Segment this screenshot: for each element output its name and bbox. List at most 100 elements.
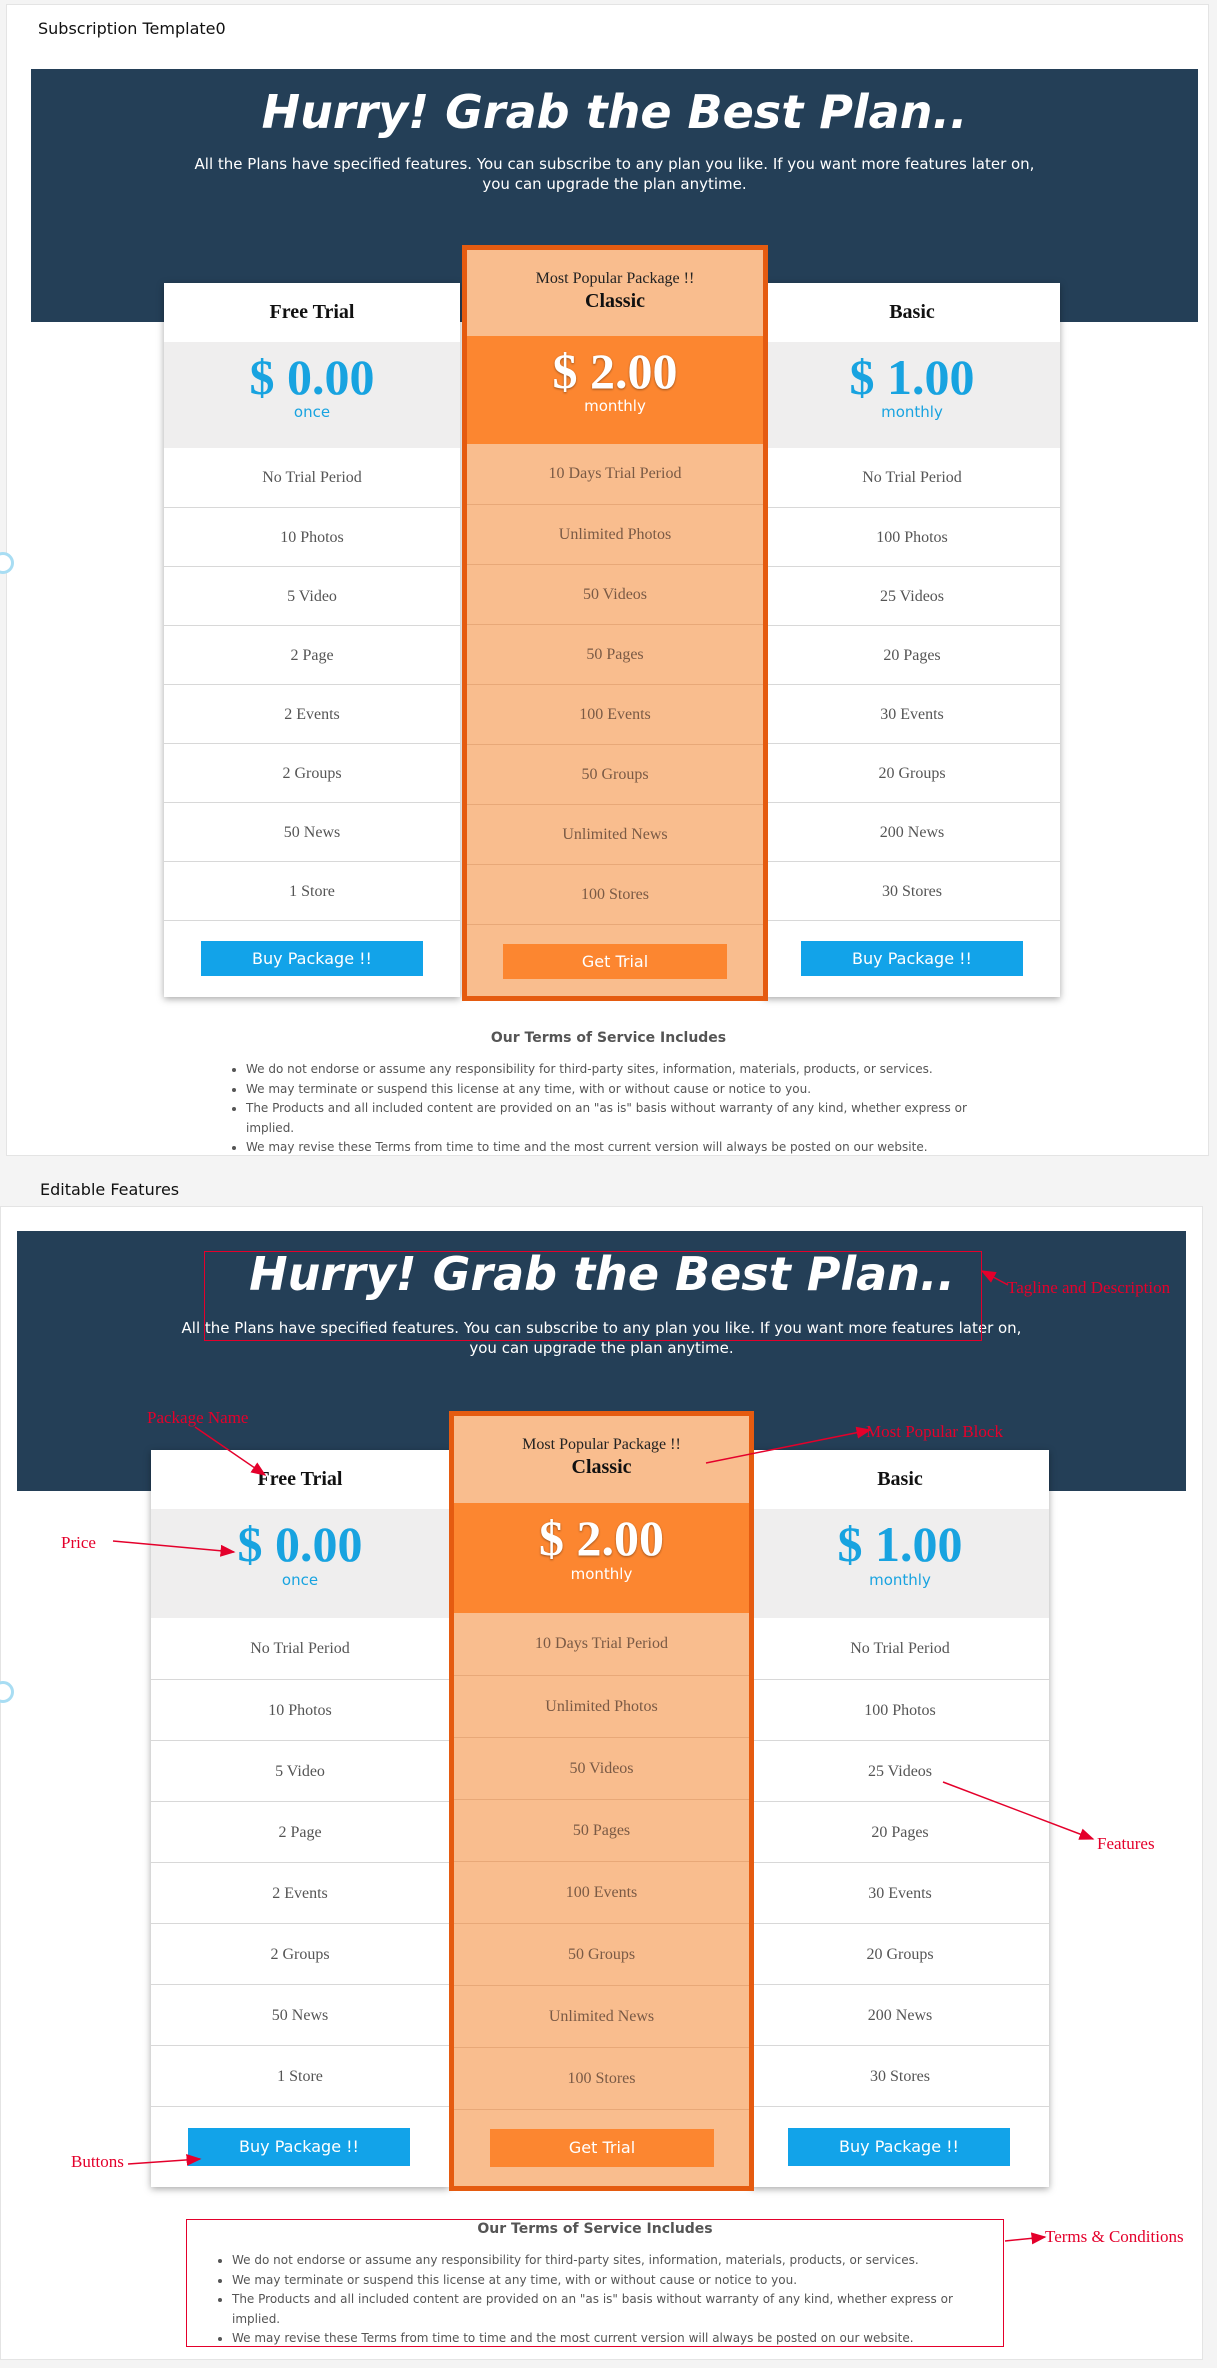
price-box: $ 1.00 monthly bbox=[764, 342, 1060, 448]
terms-item: We may revise these Terms from time to t… bbox=[246, 1138, 1017, 1158]
feature-item: Unlimited News bbox=[454, 1985, 749, 2047]
section-label-template: Subscription Template0 bbox=[38, 19, 226, 38]
feature-item: 100 Photos bbox=[751, 1679, 1049, 1740]
terms-item: We do not endorse or assume any responsi… bbox=[246, 1060, 1017, 1080]
feature-item: Unlimited News bbox=[467, 804, 763, 864]
annotation-most-popular: Most Popular Block bbox=[866, 1422, 1003, 1441]
feature-item: 100 Events bbox=[467, 684, 763, 744]
feature-item: 50 News bbox=[151, 1984, 449, 2045]
package-name: Basic bbox=[889, 301, 935, 323]
most-popular-card: Most Popular Package !! Classic $ 2.00 m… bbox=[449, 1411, 754, 2191]
price-box: $ 1.00 monthly bbox=[751, 1509, 1049, 1618]
most-popular-tag: Most Popular Package !! bbox=[535, 270, 695, 287]
price: $ 2.00 bbox=[552, 343, 678, 399]
feature-item: 50 Groups bbox=[454, 1923, 749, 1985]
buy-package-button[interactable]: Buy Package !! bbox=[201, 941, 423, 976]
get-trial-button[interactable]: Get Trial bbox=[490, 2129, 714, 2167]
plan-card-free-trial: Free Trial $ 0.00 once No Trial Period 1… bbox=[151, 1450, 449, 2187]
feature-item: 10 Photos bbox=[151, 1679, 449, 1740]
feature-item: 200 News bbox=[764, 802, 1060, 861]
price: $ 2.00 bbox=[539, 1510, 664, 1566]
package-name: Classic bbox=[585, 290, 645, 312]
price-period: once bbox=[281, 1571, 319, 1589]
feature-item: 50 Pages bbox=[454, 1799, 749, 1861]
terms-item: The Products and all included content ar… bbox=[246, 1099, 1017, 1138]
feature-item: 30 Events bbox=[764, 684, 1060, 743]
feature-item: 20 Groups bbox=[751, 1923, 1049, 1984]
terms-block: Our Terms of Service Includes We do not … bbox=[200, 1030, 1017, 1154]
price-period: monthly bbox=[869, 1571, 931, 1589]
feature-item: 2 Groups bbox=[151, 1923, 449, 1984]
price-period: monthly bbox=[881, 403, 943, 421]
feature-item: 20 Pages bbox=[751, 1801, 1049, 1862]
price-period: once bbox=[293, 403, 331, 421]
annotation-features: Features bbox=[1097, 1834, 1155, 1853]
terms-title: Our Terms of Service Includes bbox=[490, 1030, 727, 1046]
package-name: Basic bbox=[877, 1468, 923, 1490]
buy-package-button[interactable]: Buy Package !! bbox=[188, 2128, 410, 2166]
feature-item: 200 News bbox=[751, 1984, 1049, 2045]
most-popular-card: Most Popular Package !! Classic $ 2.00 m… bbox=[462, 245, 768, 1001]
most-popular-tag: Most Popular Package !! bbox=[522, 1436, 681, 1453]
description-line-2: you can upgrade the plan anytime. bbox=[482, 175, 747, 193]
feature-item: 25 Videos bbox=[764, 566, 1060, 625]
price-period: monthly bbox=[584, 397, 646, 415]
feature-item: 10 Days Trial Period bbox=[548, 465, 682, 482]
price: $ 1.00 bbox=[837, 1516, 963, 1572]
feature-item: 20 Pages bbox=[764, 625, 1060, 684]
feature-item: 30 Stores bbox=[751, 2045, 1049, 2106]
get-trial-button[interactable]: Get Trial bbox=[503, 944, 727, 979]
feature-item: 30 Stores bbox=[764, 861, 1060, 920]
feature-item: 5 Video bbox=[151, 1740, 449, 1801]
feature-item: No Trial Period bbox=[262, 469, 362, 486]
feature-item: 30 Events bbox=[751, 1862, 1049, 1923]
feature-item: No Trial Period bbox=[850, 1640, 950, 1657]
feature-item: 2 Page bbox=[164, 625, 460, 684]
price-period: monthly bbox=[570, 1565, 633, 1583]
price: $ 0.00 bbox=[249, 349, 375, 405]
plan-card-basic: Basic $ 1.00 monthly No Trial Period 100… bbox=[764, 283, 1060, 997]
feature-item: Unlimited Photos bbox=[454, 1675, 749, 1737]
headline: Hurry! Grab the Best Plan.. bbox=[261, 85, 968, 139]
annotation-buttons: Buttons bbox=[71, 2152, 124, 2171]
annotation-package-name: Package Name bbox=[147, 1408, 249, 1427]
description-line-1: All the Plans have specified features. Y… bbox=[194, 155, 1035, 173]
package-name: Classic bbox=[571, 1456, 632, 1478]
feature-item: 1 Store bbox=[151, 2045, 449, 2106]
buy-package-button[interactable]: Buy Package !! bbox=[788, 2128, 1010, 2166]
terms-highlight-box bbox=[186, 2219, 1004, 2347]
annotation-tagline: Tagline and Description bbox=[1007, 1278, 1171, 1297]
price-box: $ 2.00 monthly bbox=[467, 336, 763, 444]
feature-item: 50 Videos bbox=[454, 1737, 749, 1799]
package-name: Free Trial bbox=[269, 301, 355, 323]
section-label-editable: Editable Features bbox=[40, 1180, 180, 1199]
feature-item: 2 Page bbox=[151, 1801, 449, 1862]
feature-item: No Trial Period bbox=[250, 1640, 350, 1657]
feature-item: 5 Video bbox=[164, 566, 460, 625]
terms-item: We may terminate or suspend this license… bbox=[246, 1080, 1017, 1100]
feature-item: 50 Pages bbox=[467, 624, 763, 684]
terms-list: We do not endorse or assume any responsi… bbox=[228, 1060, 1017, 1158]
feature-item: 10 Days Trial Period bbox=[535, 1635, 668, 1652]
feature-item: No Trial Period bbox=[862, 469, 962, 486]
feature-item: 50 Groups bbox=[467, 744, 763, 804]
plan-card-free-trial: Free Trial $ 0.00 once No Trial Period 1… bbox=[164, 283, 460, 997]
feature-item: 50 Videos bbox=[467, 564, 763, 624]
feature-item: 20 Groups bbox=[764, 743, 1060, 802]
tagline-highlight-box bbox=[204, 1251, 982, 1341]
price: $ 1.00 bbox=[849, 349, 975, 405]
feature-item: 100 Events bbox=[454, 1861, 749, 1923]
feature-item: 2 Groups bbox=[164, 743, 460, 802]
annotation-price: Price bbox=[61, 1533, 96, 1552]
feature-item: 100 Stores bbox=[467, 864, 763, 924]
feature-item: Unlimited Photos bbox=[467, 504, 763, 564]
feature-item: 2 Events bbox=[164, 684, 460, 743]
price-box: $ 2.00 monthly bbox=[454, 1503, 749, 1613]
feature-item: 25 Videos bbox=[751, 1740, 1049, 1801]
price-box: $ 0.00 once bbox=[164, 342, 460, 448]
feature-item: 50 News bbox=[164, 802, 460, 861]
buy-package-button[interactable]: Buy Package !! bbox=[801, 941, 1023, 976]
price: $ 0.00 bbox=[237, 1516, 363, 1572]
plan-card-basic: Basic $ 1.00 monthly No Trial Period 100… bbox=[751, 1450, 1049, 2187]
feature-item: 100 Photos bbox=[764, 507, 1060, 566]
